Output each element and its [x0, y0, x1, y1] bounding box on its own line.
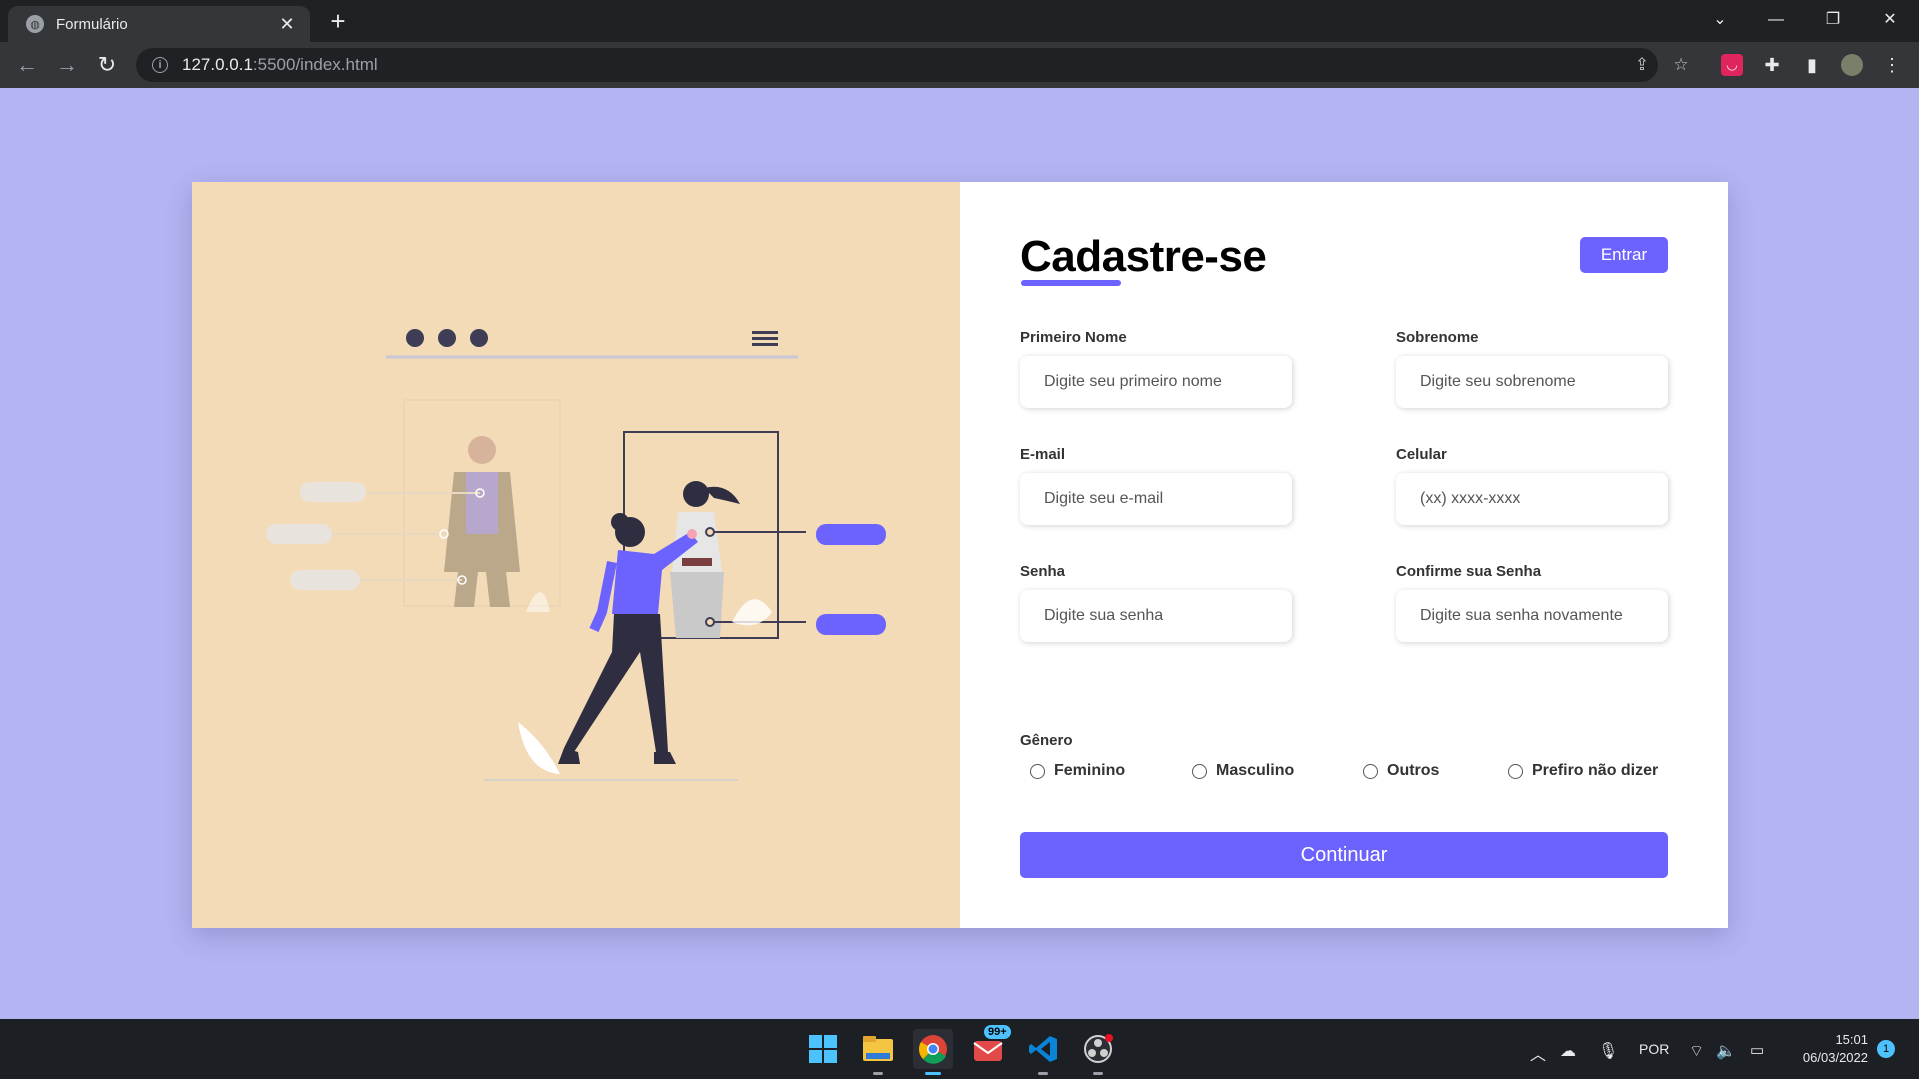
radio-button[interactable]	[1030, 763, 1045, 779]
clock-date: 06/03/2022	[1802, 1050, 1868, 1065]
profile-avatar[interactable]	[1841, 54, 1863, 76]
wifi-icon[interactable]: ⌔	[1689, 1041, 1704, 1061]
continue-button[interactable]: Continuar	[1020, 832, 1668, 878]
new-tab-button[interactable]: +	[323, 8, 353, 34]
running-indicator	[873, 1072, 883, 1075]
notification-badge[interactable]: 1	[1877, 1040, 1895, 1058]
extension-pocket-icon[interactable]: ◡	[1721, 54, 1743, 76]
form-panel	[960, 182, 1728, 928]
bookmark-star-icon[interactable]: ☆	[1671, 55, 1691, 75]
active-indicator	[925, 1072, 941, 1075]
browser-tab-bar: ◍ Formulário ✕ + ⌄ — ❐ ✕	[0, 0, 1919, 42]
browser-menu-icon[interactable]: ⋮	[1881, 54, 1903, 76]
window-dot-icon	[470, 329, 488, 347]
address-bar[interactable]: i 127.0.0.1 :5500/index.html ⇪ ☆	[136, 48, 1689, 82]
signup-illustration	[266, 329, 886, 781]
battery-icon[interactable]: ▭	[1750, 1041, 1764, 1059]
email-field[interactable]	[1020, 473, 1292, 525]
share-icon[interactable]: ⇪	[1632, 55, 1652, 75]
running-indicator	[1038, 1072, 1048, 1075]
url-path: :5500/index.html	[252, 55, 378, 74]
back-icon[interactable]: ←	[11, 49, 43, 81]
page-title: Cadastre-se	[1020, 232, 1267, 281]
gender-option-prefiro-nao-dizer[interactable]: Prefiro não dizer	[1508, 762, 1658, 780]
microphone-icon[interactable]: 🎙	[1598, 1041, 1618, 1061]
volume-icon[interactable]: 🔈	[1716, 1041, 1736, 1061]
globe-icon: ◍	[26, 15, 44, 33]
side-panel-icon[interactable]: ▮	[1801, 54, 1823, 76]
hamburger-icon	[752, 331, 778, 334]
gender-label: Gênero	[1020, 732, 1073, 749]
browser-toolbar: ← → ↻ i 127.0.0.1 :5500/index.html ⇪ ☆ ◡…	[0, 42, 1919, 88]
close-window-button[interactable]: ✕	[1870, 4, 1910, 36]
taskbar: 99+ ︿ ☁ 🎙 POR ⌔ 🔈 ▭ 15:01 06/03/2022 1	[0, 1019, 1919, 1079]
email-label: E-mail	[1020, 446, 1066, 463]
gender-option-masculino[interactable]: Masculino	[1192, 762, 1294, 780]
tab-close-icon[interactable]: ✕	[276, 14, 298, 35]
last-name-field[interactable]	[1396, 356, 1668, 408]
clock[interactable]: 15:01 06/03/2022	[1790, 1031, 1868, 1067]
gender-option-label: Masculino	[1216, 762, 1295, 779]
clock-time: 15:01	[1835, 1032, 1868, 1047]
chevron-up-icon[interactable]: ︿	[1530, 1041, 1546, 1065]
login-button[interactable]: Entrar	[1580, 237, 1668, 273]
site-info-icon[interactable]: i	[152, 57, 168, 73]
tab-title: Formulário	[56, 15, 128, 33]
mail-icon[interactable]: 99+	[968, 1025, 1011, 1069]
illustration-panel	[192, 182, 960, 928]
file-explorer-icon[interactable]	[858, 1029, 898, 1075]
gender-option-label: Prefiro não dizer	[1532, 762, 1659, 779]
first-name-label: Primeiro Nome	[1020, 329, 1127, 346]
phone-label: Celular	[1396, 446, 1447, 463]
mail-badge: 99+	[984, 1025, 1011, 1039]
browser-tab[interactable]: ◍ Formulário ✕	[8, 6, 310, 42]
first-name-field[interactable]	[1020, 356, 1292, 408]
running-indicator	[1093, 1072, 1103, 1075]
window-dot-icon	[406, 329, 424, 347]
chrome-icon[interactable]	[913, 1029, 953, 1075]
forward-icon[interactable]: →	[51, 49, 83, 81]
windows-start-icon[interactable]	[803, 1029, 843, 1069]
window-dot-icon	[438, 329, 456, 347]
radio-button[interactable]	[1363, 763, 1378, 779]
extensions-puzzle-icon[interactable]: ✚	[1761, 54, 1783, 76]
tab-search-icon[interactable]: ⌄	[1700, 4, 1740, 36]
reload-icon[interactable]: ↻	[91, 49, 123, 81]
password-label: Senha	[1020, 563, 1066, 580]
gender-option-outros[interactable]: Outros	[1363, 762, 1439, 780]
signup-card: Cadastre-se Entrar Primeiro Nome Sobreno…	[192, 182, 1728, 928]
phone-field[interactable]	[1396, 473, 1668, 525]
confirm-password-field[interactable]	[1396, 590, 1668, 642]
minimize-button[interactable]: —	[1756, 4, 1796, 36]
url-host: 127.0.0.1	[182, 55, 253, 74]
last-name-label: Sobrenome	[1396, 329, 1479, 346]
onedrive-icon[interactable]: ☁	[1560, 1041, 1576, 1061]
gender-option-feminino[interactable]: Feminino	[1030, 762, 1125, 780]
title-underline	[1021, 280, 1121, 286]
gender-option-label: Feminino	[1054, 762, 1126, 779]
confirm-password-label: Confirme sua Senha	[1396, 563, 1542, 580]
password-field[interactable]	[1020, 590, 1292, 642]
restore-button[interactable]: ❐	[1813, 4, 1853, 36]
obs-icon[interactable]	[1078, 1029, 1118, 1075]
radio-button[interactable]	[1192, 763, 1207, 779]
language-indicator[interactable]: POR	[1639, 1041, 1669, 1057]
vscode-icon[interactable]	[1023, 1029, 1063, 1075]
gender-option-label: Outros	[1387, 762, 1440, 779]
radio-button[interactable]	[1508, 763, 1523, 779]
